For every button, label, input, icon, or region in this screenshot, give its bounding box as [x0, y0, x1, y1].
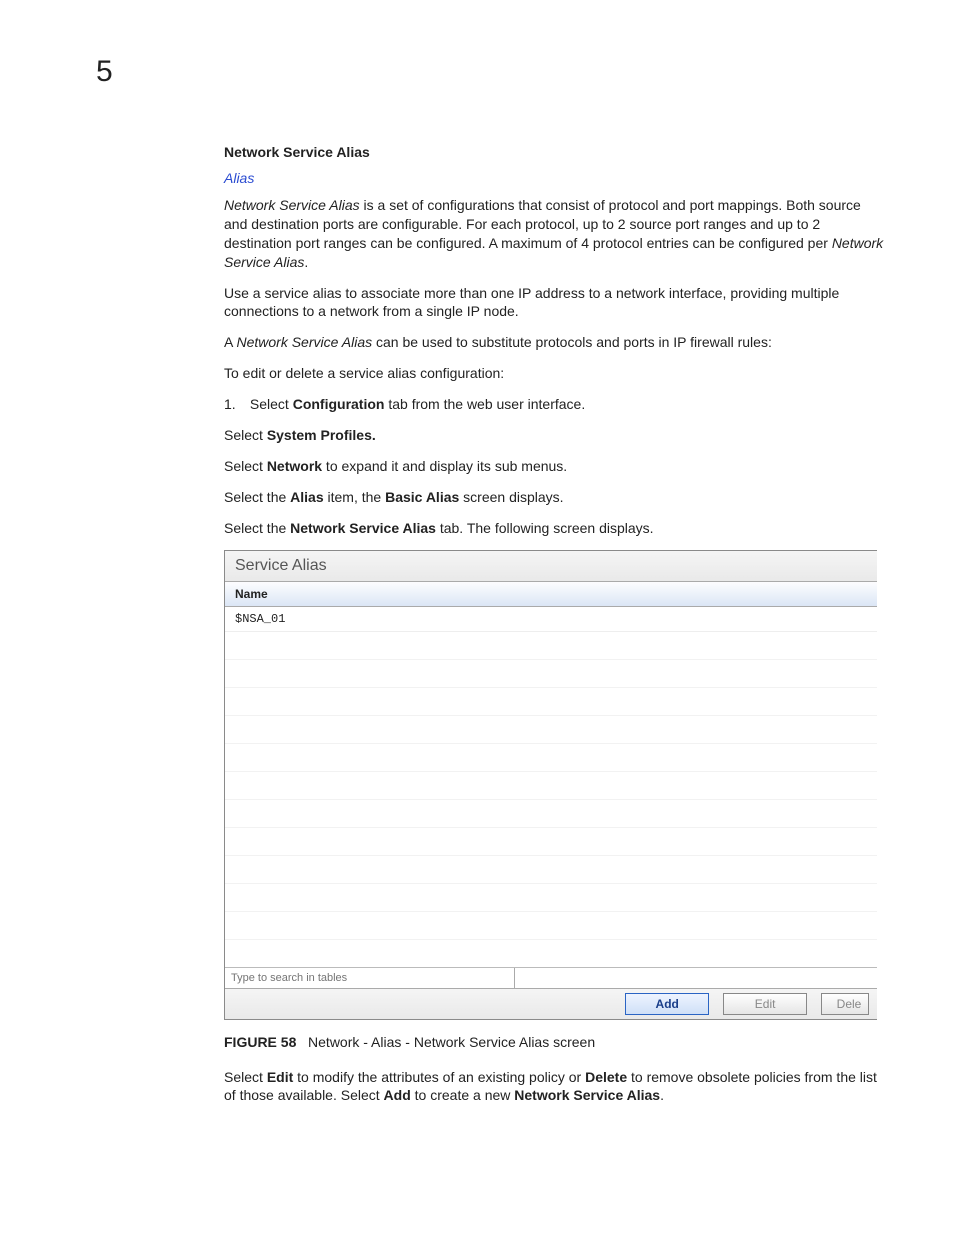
instruction-line: Select System Profiles. — [224, 426, 884, 445]
text: can be used to substitute protocols and … — [372, 334, 772, 350]
figure-caption: FIGURE 58 Network - Alias - Network Serv… — [224, 1034, 884, 1050]
figure-text: Network - Alias - Network Service Alias … — [308, 1034, 595, 1050]
paragraph: Use a service alias to associate more th… — [224, 284, 884, 322]
text: tab. The following screen displays. — [436, 520, 654, 536]
text-bold: Basic Alias — [385, 489, 459, 505]
text: . — [304, 254, 308, 270]
breadcrumb-link[interactable]: Alias — [224, 170, 884, 186]
text-bold: Network Service Alias — [514, 1087, 660, 1103]
text-italic: Network Service Alias — [236, 334, 372, 350]
column-header-name[interactable]: Name — [225, 582, 877, 607]
text-bold: Network Service Alias — [290, 520, 436, 536]
figure-label: FIGURE 58 — [224, 1034, 296, 1050]
text: Select the — [224, 489, 290, 505]
table-footer-search — [225, 968, 877, 989]
text: to modify the attributes of an existing … — [293, 1069, 585, 1085]
instruction-line: Select the Network Service Alias tab. Th… — [224, 519, 884, 538]
panel-button-bar: Add Edit Dele — [225, 989, 877, 1019]
text: item, the — [324, 489, 385, 505]
paragraph: Select Edit to modify the attributes of … — [224, 1068, 884, 1106]
instruction-line: Select the Alias item, the Basic Alias s… — [224, 488, 884, 507]
delete-button[interactable]: Dele — [821, 993, 869, 1015]
text-bold: Edit — [267, 1069, 293, 1085]
text-bold: Network — [267, 458, 322, 474]
text: Select — [224, 1069, 267, 1085]
text: Select — [224, 458, 267, 474]
paragraph: Network Service Alias is a set of config… — [224, 196, 884, 272]
text-bold: System Profiles. — [267, 427, 376, 443]
text: to expand it and display its sub menus. — [322, 458, 567, 474]
text: Select — [250, 396, 293, 412]
chapter-number: 5 — [96, 55, 899, 89]
text-bold: Alias — [290, 489, 323, 505]
edit-button[interactable]: Edit — [723, 993, 807, 1015]
text-italic: Network Service Alias — [224, 197, 360, 213]
text-bold: Configuration — [293, 396, 385, 412]
table-row[interactable]: $NSA_01 — [225, 607, 877, 632]
service-alias-panel: Service Alias Name $NSA_01 Add Edit Dele — [224, 550, 877, 1020]
paragraph: A Network Service Alias can be used to s… — [224, 333, 884, 352]
search-input[interactable] — [225, 968, 515, 988]
instruction-line: Select Network to expand it and display … — [224, 457, 884, 476]
text: A — [224, 334, 236, 350]
paragraph: To edit or delete a service alias config… — [224, 364, 884, 383]
step-number: 1. — [224, 395, 246, 414]
empty-rows — [225, 632, 877, 940]
text: . — [660, 1087, 664, 1103]
panel-title: Service Alias — [225, 551, 877, 582]
section-heading: Network Service Alias — [224, 144, 884, 160]
text: Select the — [224, 520, 290, 536]
text: Select — [224, 427, 267, 443]
text: tab from the web user interface. — [384, 396, 585, 412]
text-bold: Delete — [585, 1069, 627, 1085]
text: screen displays. — [459, 489, 563, 505]
numbered-step: 1. Select Configuration tab from the web… — [224, 395, 884, 414]
add-button[interactable]: Add — [625, 993, 709, 1015]
text-bold: Add — [384, 1087, 411, 1103]
table-body: $NSA_01 — [225, 607, 877, 968]
text: to create a new — [411, 1087, 515, 1103]
